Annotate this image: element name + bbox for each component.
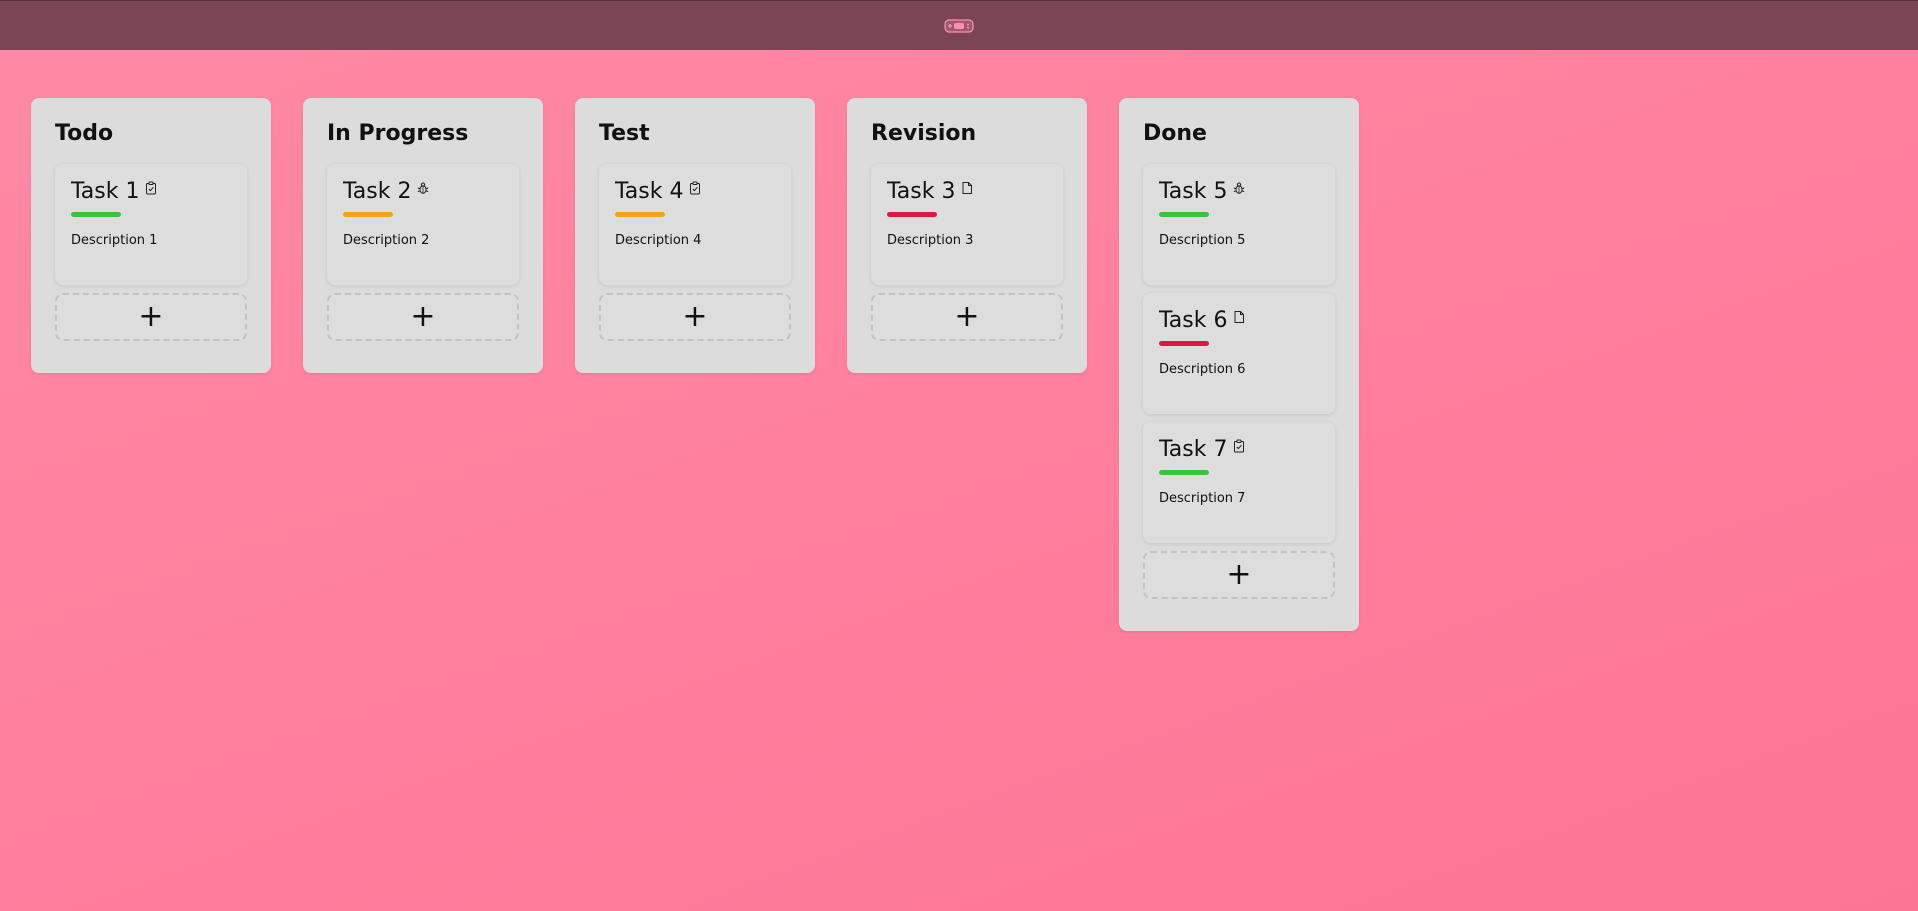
kanban-board: Todo Task 1 Description 1 + In Progress Task …: [31, 98, 1359, 631]
task-card-header: Task 7: [1159, 436, 1319, 464]
task-description: Description 6: [1159, 362, 1246, 377]
column-done: Done Task 5 Description 5 Task 6 Description…: [1119, 98, 1359, 631]
task-title: Task 7: [1159, 437, 1228, 462]
task-card[interactable]: Task 4 Description 4: [599, 164, 791, 285]
column-revision: Revision Task 3 Description 3 +: [847, 98, 1087, 373]
task-title: Task 6: [1159, 308, 1228, 333]
document-icon: [961, 180, 973, 194]
task-card[interactable]: Task 7 Description 7: [1143, 422, 1335, 543]
task-title: Task 2: [343, 179, 412, 204]
priority-bar: [1159, 212, 1209, 217]
gamepad-logo-icon[interactable]: [944, 18, 974, 34]
priority-bar: [1159, 470, 1209, 475]
column-test: Test Task 4 Description 4 +: [575, 98, 815, 373]
task-card[interactable]: Task 1 Description 1: [55, 164, 247, 285]
clipboard-check-icon: [145, 180, 157, 195]
column-title: Done: [1143, 121, 1207, 146]
add-task-button[interactable]: +: [1143, 551, 1335, 599]
task-description: Description 4: [615, 233, 702, 248]
priority-bar: [615, 212, 665, 217]
task-card[interactable]: Task 6 Description 6: [1143, 293, 1335, 414]
task-title: Task 4: [615, 179, 684, 204]
task-description: Description 7: [1159, 491, 1246, 506]
task-card-header: Task 4: [615, 178, 775, 206]
task-description: Description 1: [71, 233, 158, 248]
priority-bar: [71, 212, 121, 217]
task-title: Task 3: [887, 179, 956, 204]
add-task-button[interactable]: +: [599, 293, 791, 341]
add-task-button[interactable]: +: [55, 293, 247, 341]
column-title: In Progress: [327, 121, 469, 146]
task-title: Task 5: [1159, 179, 1228, 204]
bug-icon: [417, 180, 429, 194]
task-card-header: Task 6: [1159, 307, 1319, 335]
task-card-header: Task 5: [1159, 178, 1319, 206]
priority-bar: [343, 212, 393, 217]
priority-bar: [1159, 341, 1209, 346]
task-card-header: Task 2: [343, 178, 503, 206]
bug-icon: [1233, 180, 1245, 194]
document-icon: [1233, 309, 1245, 323]
task-card-header: Task 3: [887, 178, 1047, 206]
task-description: Description 2: [343, 233, 430, 248]
add-task-button[interactable]: +: [871, 293, 1063, 341]
clipboard-check-icon: [1233, 438, 1245, 453]
column-title: Test: [599, 121, 650, 146]
task-title: Task 1: [71, 179, 140, 204]
task-description: Description 5: [1159, 233, 1246, 248]
add-task-button[interactable]: +: [327, 293, 519, 341]
task-description: Description 3: [887, 233, 974, 248]
task-card-header: Task 1: [71, 178, 231, 206]
column-title: Todo: [55, 121, 114, 146]
task-card[interactable]: Task 2 Description 2: [327, 164, 519, 285]
task-card[interactable]: Task 5 Description 5: [1143, 164, 1335, 285]
priority-bar: [887, 212, 937, 217]
clipboard-check-icon: [689, 180, 701, 195]
top-bar: [0, 0, 1918, 50]
column-title: Revision: [871, 121, 977, 146]
task-card[interactable]: Task 3 Description 3: [871, 164, 1063, 285]
column-in-progress: In Progress Task 2 Description 2 +: [303, 98, 543, 373]
column-todo: Todo Task 1 Description 1 +: [31, 98, 271, 373]
